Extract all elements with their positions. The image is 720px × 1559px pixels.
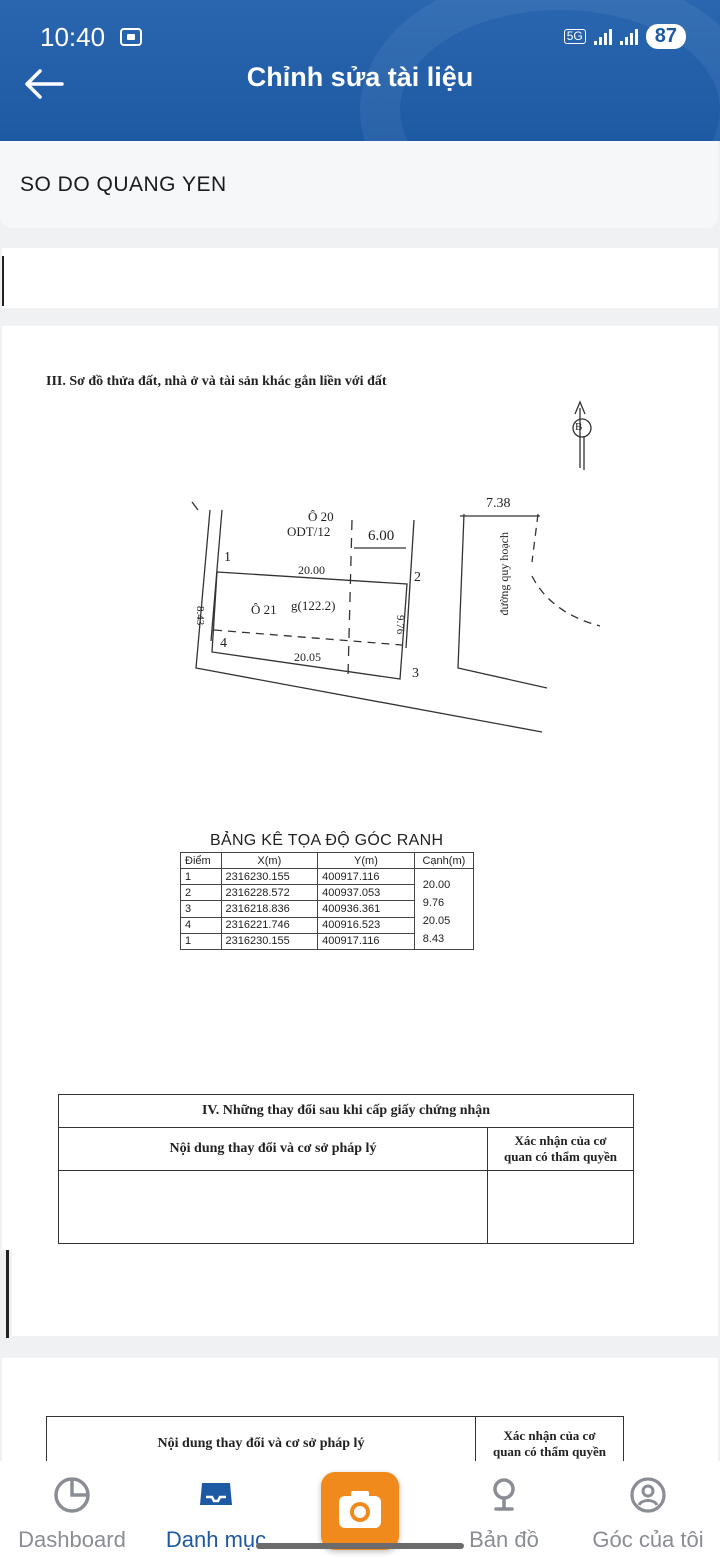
changes-empty-content: [58, 1170, 488, 1244]
cell-x: 2316221.746: [220, 916, 319, 934]
inbox-icon: [200, 1483, 232, 1505]
confirm-line-1: Xác nhận của cơ: [503, 1428, 596, 1443]
corner-2: 2: [414, 570, 421, 585]
camera-button[interactable]: [321, 1472, 399, 1550]
confirm-line-1: Xác nhận của cơ: [514, 1133, 607, 1148]
cell-y: 400916.523: [317, 916, 415, 934]
col-x: X(m): [220, 852, 319, 869]
edge-top-length: 20.00: [298, 563, 325, 577]
coord-table-header: Điểm X(m) Y(m) Cạnh(m): [180, 852, 475, 869]
app-header: 10:40 5G 87 Chỉnh sửa tài liệu: [0, 0, 720, 141]
nav-dashboard[interactable]: Dashboard: [0, 1461, 152, 1559]
corner-4: 4: [220, 636, 227, 651]
changes-table-2: Nội dung thay đổi và cơ sở pháp lý Xác n…: [46, 1416, 624, 1461]
document-page-1: [2, 248, 718, 308]
cell-x: 2316218.836: [220, 900, 319, 918]
coord-table: Điểm X(m) Y(m) Cạnh(m) 1 2316230.155 400…: [180, 852, 475, 951]
nav-label-ban-do: Bản đồ: [469, 1527, 539, 1552]
network-type: 5G: [563, 29, 586, 44]
cell-point: 1: [180, 867, 222, 886]
changes-title: IV. Những thay đổi sau khi cấp giấy chứn…: [58, 1094, 634, 1128]
changes-col-confirm: Xác nhận của cơ quan có thẩm quyền: [487, 1127, 634, 1171]
cell-point: 4: [180, 916, 222, 934]
cell-point: 2: [180, 884, 222, 902]
document-page-2: III. Sơ đồ thửa đất, nhà ở và tài sản kh…: [2, 326, 718, 1250]
neighbor-parcel-code: ODT/12: [287, 524, 331, 539]
confirm-line-2: quan có thẩm quyền: [503, 1149, 618, 1164]
screen-record-icon: [120, 28, 142, 46]
changes-col-content-2: Nội dung thay đổi và cơ sở pháp lý: [46, 1416, 476, 1461]
signal-icon-2: [619, 28, 638, 45]
page-edge-mark: [2, 256, 4, 306]
user-circle-icon: [630, 1477, 666, 1513]
changes-col-confirm-2: Xác nhận của cơ quan có thẩm quyền: [475, 1416, 624, 1461]
parcel-area: g(122.2): [291, 598, 336, 613]
map-pin-icon: [493, 1478, 515, 1511]
cell-x: 2316230.155: [220, 867, 319, 886]
document-page-3: Nội dung thay đổi và cơ sở pháp lý Xác n…: [2, 1358, 718, 1461]
col-point: Điểm: [180, 852, 222, 869]
col-y: Y(m): [317, 852, 415, 869]
camera-icon: [339, 1491, 381, 1528]
table-row: 1 2316230.155 400917.116 20.00 9.76 20.0…: [180, 867, 475, 950]
edge-left-length: 8.43: [194, 606, 206, 626]
north-label: B: [575, 421, 583, 433]
changes-table: IV. Những thay đổi sau khi cấp giấy chứn…: [58, 1094, 634, 1244]
cell-y: 400917.116: [317, 867, 415, 886]
status-time: 10:40: [40, 22, 106, 52]
nav-goc-cua-toi[interactable]: Góc của tôi: [568, 1461, 720, 1559]
col-edge: Cạnh(m): [413, 852, 475, 869]
battery-level: 87: [645, 24, 686, 49]
confirm-line-2: quan có thẩm quyền: [492, 1444, 607, 1459]
cell-x: 2316228.572: [220, 884, 319, 902]
cell-point: 1: [180, 932, 222, 951]
nav-label-danh-muc: Danh mục: [165, 1527, 267, 1552]
document-name: SO DO QUANG YEN: [20, 173, 227, 196]
changes-col-content: Nội dung thay đổi và cơ sở pháp lý: [58, 1127, 488, 1171]
document-name-field[interactable]: SO DO QUANG YEN: [0, 141, 718, 228]
cell-edges: 20.00 9.76 20.05 8.43: [413, 868, 475, 950]
edge-1-2: 20.00: [422, 879, 451, 891]
neighbor-parcel-label: Ô 20: [308, 509, 334, 524]
edge-3-4: 20.05: [422, 915, 451, 927]
pie-chart-icon: [54, 1477, 90, 1513]
page-edge-mark-2: [6, 1250, 9, 1338]
corner-1: 1: [224, 550, 231, 565]
cell-y: 400917.116: [317, 932, 415, 951]
corner-3: 3: [412, 666, 419, 681]
land-plan-drawing: [191, 400, 601, 733]
cell-y: 400936.361: [317, 900, 415, 918]
document-page-gap: [12, 1250, 718, 1336]
coord-table-title: BẢNG KÊ TỌA ĐỘ GÓC RANH: [210, 832, 444, 849]
home-indicator: [256, 1543, 464, 1549]
road-width-dim: 6.00: [368, 528, 395, 544]
nav-label-dashboard: Dashboard: [18, 1527, 126, 1552]
parcel-label: Ô 21: [251, 602, 277, 617]
edge-right-length: 9.76: [394, 615, 406, 635]
edge-bottom-length: 20.05: [294, 650, 321, 664]
edge-4-1: 8.43: [422, 933, 445, 945]
page-title: Chỉnh sửa tài liệu: [246, 62, 474, 92]
cell-x: 2316230.155: [220, 932, 319, 951]
cell-y: 400937.053: [317, 884, 415, 902]
changes-empty-confirm: [487, 1170, 634, 1244]
status-indicators: 5G 87: [563, 24, 686, 49]
cell-point: 3: [180, 900, 222, 918]
road-label: đường quy hoạch: [497, 532, 511, 616]
nav-label-goc-cua-toi: Góc của tôi: [592, 1527, 704, 1552]
edge-2-3: 9.76: [422, 897, 445, 909]
right-width-dim: 7.38: [486, 496, 511, 511]
signal-icon: [593, 28, 612, 45]
